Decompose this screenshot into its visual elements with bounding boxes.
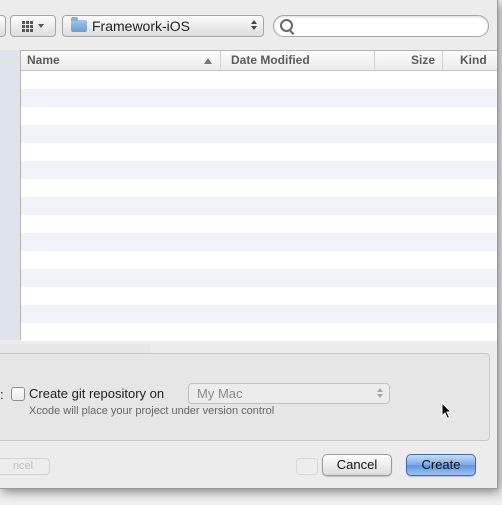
truncated-label: : bbox=[0, 387, 4, 402]
repository-location-value: My Mac bbox=[197, 386, 243, 401]
file-rows bbox=[21, 71, 497, 341]
popup-arrows-icon bbox=[377, 388, 383, 398]
list-row bbox=[21, 161, 497, 179]
column-header-name[interactable]: Name bbox=[21, 51, 221, 70]
column-header-label: Name bbox=[27, 53, 60, 67]
column-header-kind[interactable]: Kind bbox=[443, 51, 497, 70]
folder-icon bbox=[71, 17, 87, 32]
repository-location-popup: My Mac bbox=[188, 383, 390, 404]
git-repository-checkbox[interactable] bbox=[11, 387, 25, 401]
view-mode-button[interactable] bbox=[10, 15, 56, 37]
cancel-button[interactable]: Cancel bbox=[322, 454, 392, 476]
toolbar: Framework-iOS bbox=[0, 0, 497, 50]
list-row bbox=[21, 71, 497, 89]
location-label: Framework-iOS bbox=[92, 18, 191, 34]
column-header-label: Date Modified bbox=[231, 53, 310, 67]
back-forward-button[interactable] bbox=[0, 15, 6, 37]
sidebar[interactable] bbox=[0, 50, 21, 340]
list-row bbox=[21, 125, 497, 143]
mouse-cursor-icon bbox=[441, 402, 453, 420]
list-row bbox=[21, 269, 497, 287]
list-row bbox=[21, 251, 497, 269]
list-row bbox=[21, 179, 497, 197]
popup-arrows-icon bbox=[251, 20, 257, 30]
list-row bbox=[21, 143, 497, 161]
list-row bbox=[21, 107, 497, 125]
list-row bbox=[21, 323, 497, 341]
background-button bbox=[296, 458, 318, 475]
save-dialog: Framework-iOS Name Date Modified Size Ki… bbox=[0, 0, 498, 489]
search-field[interactable] bbox=[273, 15, 489, 37]
list-row bbox=[21, 233, 497, 251]
file-list[interactable]: Name Date Modified Size Kind bbox=[21, 50, 497, 341]
list-row bbox=[21, 197, 497, 215]
grid-view-icon bbox=[22, 20, 33, 32]
create-button[interactable]: Create bbox=[406, 454, 476, 476]
chevron-down-icon bbox=[38, 24, 44, 28]
version-control-note: Xcode will place your project under vers… bbox=[29, 405, 275, 417]
column-header-label: Kind bbox=[460, 53, 487, 67]
column-header-size[interactable]: Size bbox=[375, 51, 443, 70]
search-input[interactable] bbox=[298, 18, 482, 35]
background-cancel-button: ncel bbox=[0, 458, 50, 475]
column-header-label: Size bbox=[410, 53, 435, 67]
git-repository-label[interactable]: Create git repository on bbox=[29, 386, 164, 401]
location-popup[interactable]: Framework-iOS bbox=[62, 15, 264, 37]
column-headers: Name Date Modified Size Kind bbox=[21, 51, 497, 71]
search-icon bbox=[280, 19, 293, 32]
list-row bbox=[21, 305, 497, 323]
list-row bbox=[21, 287, 497, 305]
list-row bbox=[21, 215, 497, 233]
sort-ascending-icon bbox=[204, 58, 212, 64]
list-row bbox=[21, 89, 497, 107]
column-header-date-modified[interactable]: Date Modified bbox=[221, 51, 375, 70]
